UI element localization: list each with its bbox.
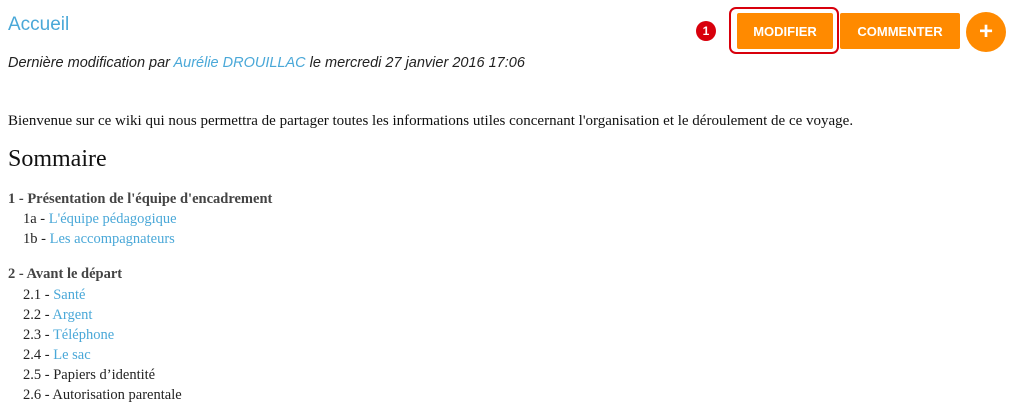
modify-button[interactable]: MODIFIER: [737, 13, 833, 49]
intro-text: Bienvenue sur ce wiki qui nous permettra…: [8, 113, 854, 129]
page-title: Accueil: [8, 14, 70, 35]
list-item: 2.6 - Autorisation parentale: [23, 385, 182, 405]
item-text: Autorisation parentale: [52, 387, 182, 403]
item-number: 2.5 -: [23, 367, 54, 383]
item-number: 2.4 -: [23, 347, 54, 363]
item-link[interactable]: Les accompagnateurs: [50, 231, 175, 247]
annotation-badge: 1: [696, 21, 716, 41]
section-title: 2 - Avant le départ: [8, 266, 123, 282]
list-item: 2.2 - Argent: [23, 305, 92, 325]
item-number: 1a -: [23, 211, 49, 227]
list-item: 2.1 - Santé: [23, 285, 85, 305]
list-item: 1a - L'équipe pédagogique: [23, 209, 177, 229]
item-link[interactable]: L'équipe pédagogique: [49, 211, 177, 227]
item-number: 2.2 -: [23, 307, 53, 323]
comment-button[interactable]: COMMENTER: [840, 13, 960, 49]
item-number: 2.3 -: [23, 327, 53, 343]
author-link[interactable]: Aurélie DROUILLAC: [173, 55, 305, 71]
meta-prefix: Dernière modification par: [8, 55, 174, 71]
item-link[interactable]: Téléphone: [53, 327, 114, 343]
add-button[interactable]: +: [966, 12, 1006, 52]
last-modified-info: Dernière modification par Aurélie DROUIL…: [8, 55, 525, 71]
meta-suffix: le mercredi 27 janvier 2016 17:06: [305, 55, 525, 71]
section-title: 1 - Présentation de l'équipe d'encadreme…: [8, 191, 273, 207]
item-link[interactable]: Le sac: [53, 347, 90, 363]
item-link[interactable]: Argent: [52, 307, 92, 323]
toc-title: Sommaire: [8, 146, 107, 172]
item-number: 1b -: [23, 231, 50, 247]
list-item: 1b - Les accompagnateurs: [23, 229, 175, 249]
item-text: Papiers d’identité: [53, 367, 156, 383]
list-item: 2.5 - Papiers d’identité: [23, 365, 155, 385]
item-number: 2.6 -: [23, 387, 53, 403]
item-link[interactable]: Santé: [53, 287, 85, 303]
list-item: 2.4 - Le sac: [23, 345, 91, 365]
list-item: 2.3 - Téléphone: [23, 325, 114, 345]
item-number: 2.1 -: [23, 287, 54, 303]
plus-icon: +: [978, 18, 993, 45]
